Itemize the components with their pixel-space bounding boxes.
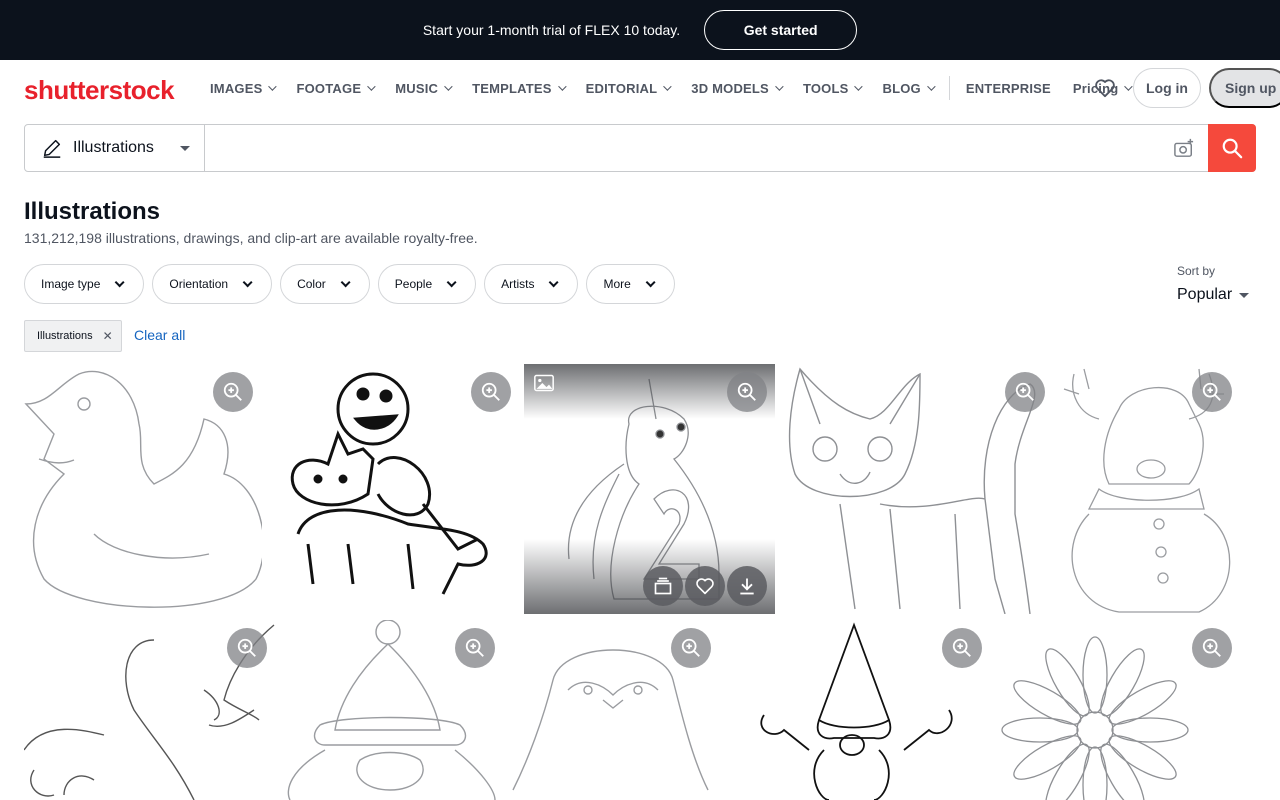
chevron-down-icon <box>446 276 457 287</box>
page-title: Illustrations <box>24 198 161 225</box>
chevron-down-icon <box>115 276 125 287</box>
chevron-down-icon <box>549 276 560 287</box>
clear-all-link[interactable]: Clear all <box>134 327 185 343</box>
chevron-down-icon <box>367 82 376 91</box>
nav-divider <box>948 76 950 100</box>
promo-banner: Start your 1-month trial of FLEX 10 toda… <box>0 0 1280 60</box>
zoom-icon[interactable] <box>942 628 982 668</box>
chevron-down-icon <box>557 82 567 91</box>
pen-icon <box>43 139 61 158</box>
sort-label: Sort by <box>1177 264 1216 278</box>
promo-text: Start your 1-month trial of FLEX 10 toda… <box>422 22 681 38</box>
chevron-down-icon <box>663 82 672 91</box>
search-button[interactable] <box>1208 124 1256 172</box>
chevron-down-icon <box>444 82 453 91</box>
result-image-face-line[interactable] <box>24 620 275 800</box>
search-input[interactable] <box>205 125 1160 171</box>
chevron-down-icon <box>645 276 656 287</box>
chevron-down-icon <box>268 82 278 91</box>
search-type-dropdown[interactable]: Illustrations <box>25 125 205 171</box>
zoom-icon[interactable] <box>671 628 711 668</box>
result-image-duck[interactable] <box>24 364 262 614</box>
top-nav: shutterstock IMAGES FOOTAGE MUSIC TEMPLA… <box>0 60 1280 116</box>
chevron-down-icon <box>854 82 864 91</box>
result-image-kitten[interactable] <box>780 364 1053 614</box>
result-image-monster[interactable] <box>268 364 518 614</box>
zoom-icon[interactable] <box>1005 372 1045 412</box>
nav-menu: IMAGES FOOTAGE MUSIC TEMPLATES EDITORIAL… <box>210 60 1152 116</box>
chevron-down-icon <box>927 82 936 91</box>
nav-item-templates[interactable]: TEMPLATES <box>472 81 567 96</box>
result-image-unicorn[interactable] <box>524 364 775 614</box>
filter-color[interactable]: Color <box>280 264 370 304</box>
similar-images-button[interactable] <box>643 566 683 606</box>
collection-icon <box>654 577 672 595</box>
nav-item-images[interactable]: IMAGES <box>210 81 278 96</box>
search-by-image-icon[interactable] <box>1160 125 1208 171</box>
search-icon <box>1222 138 1243 159</box>
nav-item-enterprise[interactable]: ENTERPRISE <box>966 81 1051 96</box>
nav-item-3d-models[interactable]: 3D MODELS <box>691 81 784 96</box>
filter-more[interactable]: More <box>586 264 675 304</box>
filter-orientation[interactable]: Orientation <box>152 264 273 304</box>
remove-filter-icon[interactable]: ✕ <box>103 329 113 343</box>
search-bar: Illustrations <box>24 124 1256 172</box>
filter-bar: Image type Orientation Color People Arti… <box>24 264 675 304</box>
zoom-icon[interactable] <box>213 372 253 412</box>
zoom-icon[interactable] <box>1192 628 1232 668</box>
sort-dropdown[interactable]: Popular <box>1177 286 1232 304</box>
nav-item-music[interactable]: MUSIC <box>395 81 453 96</box>
result-image-gnome[interactable] <box>724 620 990 800</box>
zoom-icon[interactable] <box>227 628 267 668</box>
nav-item-editorial[interactable]: EDITORIAL <box>586 81 672 96</box>
shutterstock-logo[interactable]: shutterstock <box>24 75 175 106</box>
chevron-down-icon <box>775 82 784 91</box>
result-image-penguin[interactable] <box>508 620 719 800</box>
filter-artists[interactable]: Artists <box>484 264 579 304</box>
zoom-icon[interactable] <box>471 372 511 412</box>
download-icon <box>740 578 754 595</box>
nav-item-footage[interactable]: FOOTAGE <box>296 81 376 96</box>
page-subtitle: 131,212,198 illustrations, drawings, and… <box>24 230 478 246</box>
result-image-santa[interactable] <box>280 620 503 800</box>
login-button[interactable]: Log in <box>1133 68 1201 108</box>
chevron-down-icon <box>340 276 351 287</box>
nav-item-blog[interactable]: BLOG <box>882 81 936 96</box>
signup-button[interactable]: Sign up <box>1209 68 1280 108</box>
zoom-icon[interactable] <box>727 372 767 412</box>
download-button[interactable] <box>727 566 767 606</box>
caret-down-icon <box>180 146 190 151</box>
caret-down-icon[interactable] <box>1239 293 1249 298</box>
favorite-button[interactable] <box>685 566 725 606</box>
zoom-icon[interactable] <box>455 628 495 668</box>
nav-item-tools[interactable]: TOOLS <box>803 81 864 96</box>
favorites-heart-icon[interactable] <box>1094 78 1116 103</box>
result-image-daisy[interactable] <box>995 620 1240 800</box>
active-filter-label: Illustrations <box>37 330 93 342</box>
search-type-label: Illustrations <box>73 139 154 156</box>
filter-image-type[interactable]: Image type <box>24 264 145 304</box>
image-type-icon <box>534 374 554 397</box>
zoom-icon[interactable] <box>1192 372 1232 412</box>
get-started-button[interactable]: Get started <box>704 10 858 50</box>
result-image-reindeer[interactable] <box>1059 364 1240 614</box>
chevron-down-icon <box>1124 82 1134 91</box>
chevron-down-icon <box>242 276 253 287</box>
active-filter-chip: Illustrations ✕ <box>24 320 122 352</box>
filter-people[interactable]: People <box>377 264 477 304</box>
heart-icon <box>696 578 714 595</box>
